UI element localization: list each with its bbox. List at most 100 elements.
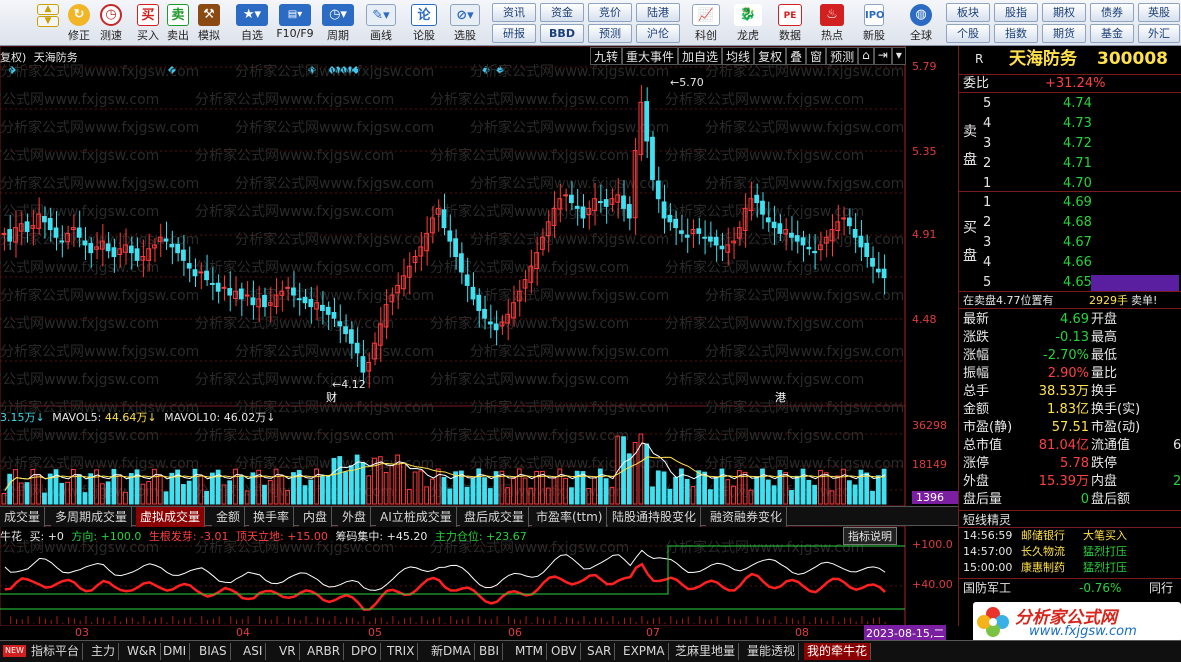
btn-index-futures[interactable]: 股指 — [994, 3, 1038, 22]
toolbar-fix-button[interactable]: ↻ 修正 — [64, 2, 94, 44]
btn-options[interactable]: 期权 — [1042, 3, 1086, 22]
sell-level-row[interactable]: 5 4.74 — [959, 95, 1181, 113]
toolbar-ipo-button[interactable]: IPO 新股 — [856, 2, 892, 44]
sell-level-row[interactable]: 2 4.71 — [959, 155, 1181, 173]
toolbar-dragon-button[interactable]: 🐉 龙虎 — [730, 2, 766, 44]
bottom-tab[interactable]: 我的牵牛花 — [804, 643, 872, 660]
ticker-alert-row[interactable]: 在卖盘4.77位置有 2929手 卖单! — [959, 291, 1181, 309]
toolbar-cycle-button[interactable]: ◷▾ 周期 — [318, 2, 358, 44]
tab-amount[interactable]: 金额 — [212, 507, 246, 527]
btn-index[interactable]: 指数 — [994, 24, 1038, 43]
jingling-item[interactable]: 14:56:59 邮储银行 大笔买入 — [959, 528, 1181, 544]
jingling-item[interactable]: 15:00:00 康惠制药 猛烈打压 — [959, 560, 1181, 576]
tab-pe-ttm[interactable]: 市盈率(ttm) — [532, 507, 608, 527]
nav-arrows-button[interactable]: ▲ ▼ — [34, 2, 62, 44]
tab-overlay[interactable]: 叠 — [786, 47, 807, 65]
tab-ma[interactable]: 均线 — [722, 47, 755, 65]
bottom-tab[interactable]: EXPMA — [620, 643, 669, 660]
btn-funds[interactable]: 资金 — [540, 3, 584, 22]
bottom-tab[interactable]: 指标平台 — [28, 643, 84, 660]
tab-predict[interactable]: 预测 — [826, 47, 859, 65]
toolbar-data-button[interactable]: PE 数据 — [772, 2, 808, 44]
tab-major-events[interactable]: 重大事件 — [622, 47, 679, 65]
tab-add-watchlist[interactable]: 加自选 — [678, 47, 723, 65]
tab-window[interactable]: 窗 — [806, 47, 827, 65]
bottom-tab[interactable]: 芝麻里地量 — [672, 643, 740, 660]
btn-bonds[interactable]: 债券 — [1090, 3, 1134, 22]
btn-research[interactable]: 研报 — [492, 24, 536, 43]
sector-row[interactable]: 国防军工 -0.76% 同行 — [959, 578, 1181, 596]
btn-funds-2[interactable]: 基金 — [1090, 24, 1134, 43]
toolbar-forum-button[interactable]: 论 论股 — [408, 2, 440, 44]
btn-auction[interactable]: 竞价 — [588, 3, 632, 22]
chevron-down-icon[interactable]: ▾ — [891, 47, 906, 65]
toolbar-sell-button[interactable]: 卖 卖出 — [164, 2, 192, 44]
toolbar-f10-button[interactable]: ▤▾ F10/F9 — [274, 2, 316, 44]
toolbar-draw-button[interactable]: ✎▾ 画线 — [362, 2, 400, 44]
toolbar-speed-button[interactable]: ◷ 测速 — [96, 2, 126, 44]
bottom-tab[interactable]: 主力 — [88, 643, 120, 660]
btn-sector[interactable]: 板块 — [946, 3, 990, 22]
sell-level-row[interactable]: 4 4.73 — [959, 115, 1181, 133]
toolbar-global-button[interactable]: ◍ 全球 — [900, 2, 942, 44]
bottom-tab[interactable]: ARBR — [304, 643, 345, 660]
tab-ai-volume[interactable]: AI立桩成交量 — [376, 507, 457, 527]
bottom-tab[interactable]: MTM — [512, 643, 548, 660]
sell-level-row[interactable]: 3 4.72 — [959, 135, 1181, 153]
sell-icon: 卖 — [167, 4, 189, 26]
tab-jiuzhuan[interactable]: 九转 — [590, 47, 623, 65]
tab-margin[interactable]: 融资融券变化 — [706, 507, 788, 527]
buy-level-row[interactable]: 4 4.66 — [959, 254, 1181, 272]
buy-level-row[interactable]: 1 4.69 — [959, 194, 1181, 212]
tab-hk-holding[interactable]: 陆股通持股变化 — [608, 507, 702, 527]
buy-level-row[interactable]: 2 4.68 — [959, 214, 1181, 232]
tab-inner[interactable]: 内盘 — [299, 507, 333, 527]
btn-forecast[interactable]: 预测 — [588, 24, 632, 43]
hk-badge[interactable]: 港 — [775, 389, 786, 405]
bottom-tab[interactable]: W&R — [124, 643, 161, 660]
btn-shanghai-london[interactable]: 沪伦 — [636, 24, 680, 43]
btn-forex[interactable]: 外汇 — [1138, 24, 1180, 43]
bottom-tab[interactable]: BIAS — [196, 643, 231, 660]
toolbar-star-market-button[interactable]: 📈 科创 — [688, 2, 724, 44]
toolbar-pick-button[interactable]: ⊘▾ 选股 — [446, 2, 484, 44]
tab-turnover[interactable]: 换手率 — [249, 507, 295, 527]
kline-chart-area[interactable]: 分析家公式网www.fxjgsw.com 分析家公式网www.fxjgsw.com… — [0, 46, 958, 641]
tab-multi-volume[interactable]: 多周期成交量 — [51, 507, 133, 527]
candle-body — [870, 257, 875, 267]
toolbar-hot-button[interactable]: ♨ 热点 — [814, 2, 850, 44]
btn-stocks[interactable]: 个股 — [946, 24, 990, 43]
tab-virtual-volume[interactable]: 虚拟成交量 — [136, 507, 206, 527]
buy-level-row[interactable]: 3 4.67 — [959, 234, 1181, 252]
financial-report-badge[interactable]: 财 — [326, 389, 337, 405]
tab-volume[interactable]: 成交量 — [0, 507, 46, 527]
bottom-tab[interactable]: 量能透视 — [744, 643, 800, 660]
stat-value: 5.78 — [1060, 456, 1089, 471]
bottom-tab[interactable]: VR — [276, 643, 300, 660]
bottom-tab[interactable]: SAR — [584, 643, 616, 660]
btn-news[interactable]: 资讯 — [492, 3, 536, 22]
lock-icon[interactable]: ⌂ — [858, 47, 874, 65]
jingling-item[interactable]: 14:57:00 长久物流 猛烈打压 — [959, 544, 1181, 560]
bottom-tab[interactable]: BBI — [476, 643, 504, 660]
tab-outer[interactable]: 外盘 — [338, 507, 372, 527]
btn-uk-stocks[interactable]: 英股 — [1138, 3, 1180, 22]
btn-bbd[interactable]: BBD — [540, 24, 584, 43]
btn-hk-connect[interactable]: 陆港 — [636, 3, 680, 22]
btn-futures[interactable]: 期货 — [1042, 24, 1086, 43]
bottom-tab[interactable]: ASI — [240, 643, 267, 660]
tab-after-hours[interactable]: 盘后成交量 — [460, 507, 530, 527]
bottom-tab[interactable]: DMI — [160, 643, 191, 660]
indicator-help-button[interactable]: 指标说明 — [843, 527, 897, 545]
bottom-tab[interactable]: 新DMA — [428, 643, 475, 660]
bottom-tab[interactable]: OBV — [548, 643, 581, 660]
jingling-title-row[interactable]: 短线精灵 — [959, 510, 1181, 528]
toolbar-buy-button[interactable]: 买 买入 — [134, 2, 162, 44]
tab-adjust[interactable]: 复权 — [754, 47, 787, 65]
bottom-tab[interactable]: TRIX — [384, 643, 419, 660]
candle-body — [88, 243, 94, 254]
pin-icon[interactable]: ⇥ — [873, 47, 892, 65]
toolbar-watchlist-button[interactable]: ★▾ 自选 — [232, 2, 272, 44]
bottom-tab[interactable]: DPO — [348, 643, 381, 660]
toolbar-sim-button[interactable]: ⚒ 模拟 — [194, 2, 224, 44]
